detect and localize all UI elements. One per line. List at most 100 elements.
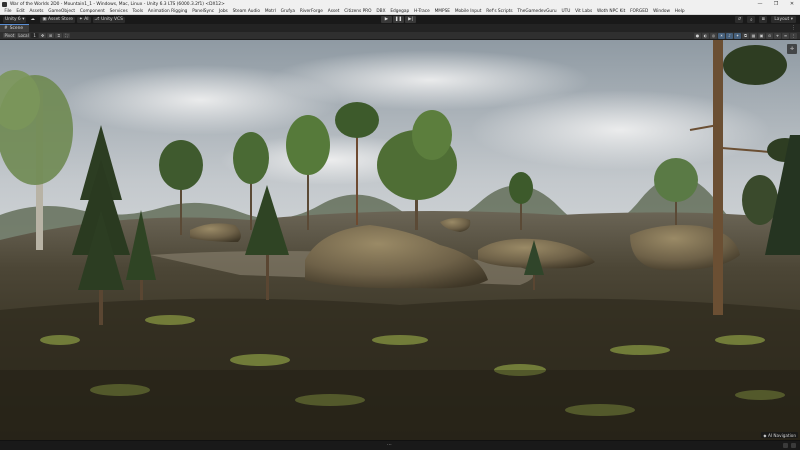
- menu-help[interactable]: Help: [672, 9, 687, 14]
- move-tool-icon[interactable]: ✥: [39, 32, 47, 39]
- audio-icon[interactable]: ♪: [726, 33, 733, 39]
- scene-render: [0, 40, 800, 440]
- ai-icon: ✦: [79, 17, 83, 22]
- version-control-icon: ⎇: [94, 17, 100, 22]
- progress-icon[interactable]: [783, 443, 788, 448]
- search-icon[interactable]: ⌕: [747, 16, 756, 23]
- scene-view-options: ● ◐ ◎ ☀ ♪ ✦ ⧉ ▦ ▣ ⊙ ⌖ ≡ ⋮: [694, 33, 797, 39]
- menu-window[interactable]: Window: [651, 9, 673, 14]
- menu-grufya[interactable]: Grufya: [278, 9, 297, 14]
- menu-citizens-pro[interactable]: Citizens PRO: [342, 9, 374, 14]
- orientation-icon[interactable]: ⊙: [766, 33, 773, 39]
- navigation-icon: ◆: [763, 432, 767, 438]
- tab-options-icon[interactable]: ⋮: [791, 25, 796, 31]
- toolbar-right: ↺ ⌕ ≣ Layout ▾: [735, 16, 796, 23]
- scene-icon: #: [4, 26, 8, 31]
- close-icon[interactable]: ✕: [784, 0, 800, 8]
- menu-dbx[interactable]: DBX: [374, 9, 388, 14]
- chevron-down-icon: ▾: [790, 17, 793, 22]
- version-control-button[interactable]: ⎇ Unity VCS: [92, 16, 125, 23]
- menu-file[interactable]: File: [2, 9, 14, 14]
- menu-services[interactable]: Services: [107, 9, 130, 14]
- chevron-down-icon: ▾: [22, 17, 25, 22]
- menu-steam-audio[interactable]: Steam Audio: [230, 9, 262, 14]
- step-button[interactable]: ▶|: [405, 16, 416, 23]
- menu-utu[interactable]: UTU: [559, 9, 573, 14]
- minimize-icon[interactable]: —: [752, 0, 768, 8]
- menu-asset[interactable]: Asset: [325, 9, 342, 14]
- resize-handle[interactable]: ···: [387, 442, 392, 448]
- menu-woth-npc-kit[interactable]: Woth NPC Kit: [595, 9, 628, 14]
- layout-label: Layout: [774, 17, 790, 22]
- menu-vit-labs[interactable]: Vit Labs: [573, 9, 595, 14]
- scene-tab-bar: # Scene ⋮: [0, 24, 800, 32]
- menu-bar: File Edit Assets GameObject Component Se…: [0, 8, 800, 15]
- local-toggle[interactable]: Local: [16, 32, 31, 39]
- status-icons: [783, 443, 796, 448]
- hidden-objects-icon[interactable]: ⧉: [742, 33, 749, 39]
- menu-motrl[interactable]: Motrl: [262, 9, 278, 14]
- window-controls: — ❐ ✕: [752, 0, 800, 8]
- asset-store-button[interactable]: ▣ Asset Store: [40, 16, 76, 23]
- frame-icon[interactable]: ⛶: [63, 32, 71, 39]
- menu-mobile-input[interactable]: Mobile Input: [452, 9, 483, 14]
- grid-snap-icon[interactable]: ⊞: [47, 32, 55, 39]
- tab-scene-label: Scene: [9, 26, 24, 31]
- camera-icon[interactable]: ▦: [750, 33, 757, 39]
- vcs-label: Unity VCS: [101, 17, 123, 22]
- scene-viewport[interactable]: ✛ ◆ AI Navigation: [0, 40, 800, 440]
- status-bar: ···: [0, 440, 800, 450]
- menu-forged[interactable]: FORGED: [628, 9, 651, 14]
- store-icon: ▣: [42, 17, 47, 22]
- layers-icon[interactable]: ≣: [759, 16, 768, 23]
- maximize-icon[interactable]: ❐: [768, 0, 784, 8]
- search-scene-icon[interactable]: ≡: [782, 33, 789, 39]
- menu-mmpse[interactable]: MMPSE: [432, 9, 452, 14]
- ai-label: AI: [84, 17, 89, 22]
- grid-count[interactable]: 1: [31, 32, 39, 39]
- effects-icon[interactable]: ✦: [734, 33, 741, 39]
- shading-icon[interactable]: ●: [694, 33, 701, 39]
- menu-jobs[interactable]: Jobs: [217, 9, 231, 14]
- window-titlebar: War of the Worlds 2D0 - Mountain1_1 - Wi…: [0, 0, 800, 8]
- history-icon[interactable]: ↺: [735, 16, 744, 23]
- grid-icon[interactable]: ⌗: [55, 32, 63, 39]
- tool-settings-icon[interactable]: ⌖: [774, 33, 781, 39]
- menu-assets[interactable]: Assets: [27, 9, 46, 14]
- cloud-icon: ☁: [30, 17, 35, 22]
- play-button[interactable]: ▶: [381, 16, 392, 23]
- lighting-icon[interactable]: ☀: [718, 33, 725, 39]
- menu-component[interactable]: Component: [77, 9, 107, 14]
- overlay-icon[interactable]: ◎: [710, 33, 717, 39]
- tab-scene[interactable]: # Scene: [0, 24, 30, 32]
- menu-thegamedevguru[interactable]: TheGamedevGuru: [515, 9, 559, 14]
- window-title: War of the Worlds 2D0 - Mountain1_1 - Wi…: [10, 1, 225, 7]
- menu-riverforge[interactable]: RiverForge: [297, 9, 325, 14]
- unity-app-icon: [2, 1, 7, 7]
- menu-panelsync[interactable]: PanelSync: [190, 9, 217, 14]
- cloud-button[interactable]: ☁: [28, 17, 38, 23]
- asset-store-label: Asset Store: [48, 17, 74, 22]
- scene-gizmo[interactable]: ✛: [787, 44, 797, 54]
- menu-refs-scripts[interactable]: Ref's Scripts: [484, 9, 515, 14]
- draw-mode-icon[interactable]: ◐: [702, 33, 709, 39]
- ai-button[interactable]: ✦ AI: [77, 16, 91, 23]
- scene-view-toolbar: Pivot Local 1 ✥ ⊞ ⌗ ⛶: [0, 32, 800, 40]
- menu-h-trace[interactable]: H-Trace: [412, 9, 433, 14]
- play-controls: ▶ ❚❚ ▶|: [381, 16, 416, 23]
- pause-button[interactable]: ❚❚: [393, 16, 404, 23]
- pivot-toggle[interactable]: Pivot: [3, 32, 16, 39]
- gizmos-icon[interactable]: ▣: [758, 33, 765, 39]
- account-dropdown[interactable]: Unity 6 ▾: [3, 16, 27, 23]
- notification-icon[interactable]: [791, 443, 796, 448]
- ai-navigation-overlay[interactable]: ◆ AI Navigation: [761, 432, 798, 438]
- more-options-icon[interactable]: ⋮: [790, 33, 797, 39]
- account-label: Unity 6: [5, 17, 21, 22]
- menu-tools[interactable]: Tools: [130, 9, 145, 14]
- menu-animation-rigging[interactable]: Animation Rigging: [145, 9, 189, 14]
- menu-edgegap[interactable]: Edgegap: [388, 9, 412, 14]
- ai-navigation-label: AI Navigation: [767, 432, 796, 438]
- menu-gameobject[interactable]: GameObject: [46, 9, 78, 14]
- menu-edit[interactable]: Edit: [14, 9, 27, 14]
- layout-dropdown[interactable]: Layout ▾: [771, 16, 796, 23]
